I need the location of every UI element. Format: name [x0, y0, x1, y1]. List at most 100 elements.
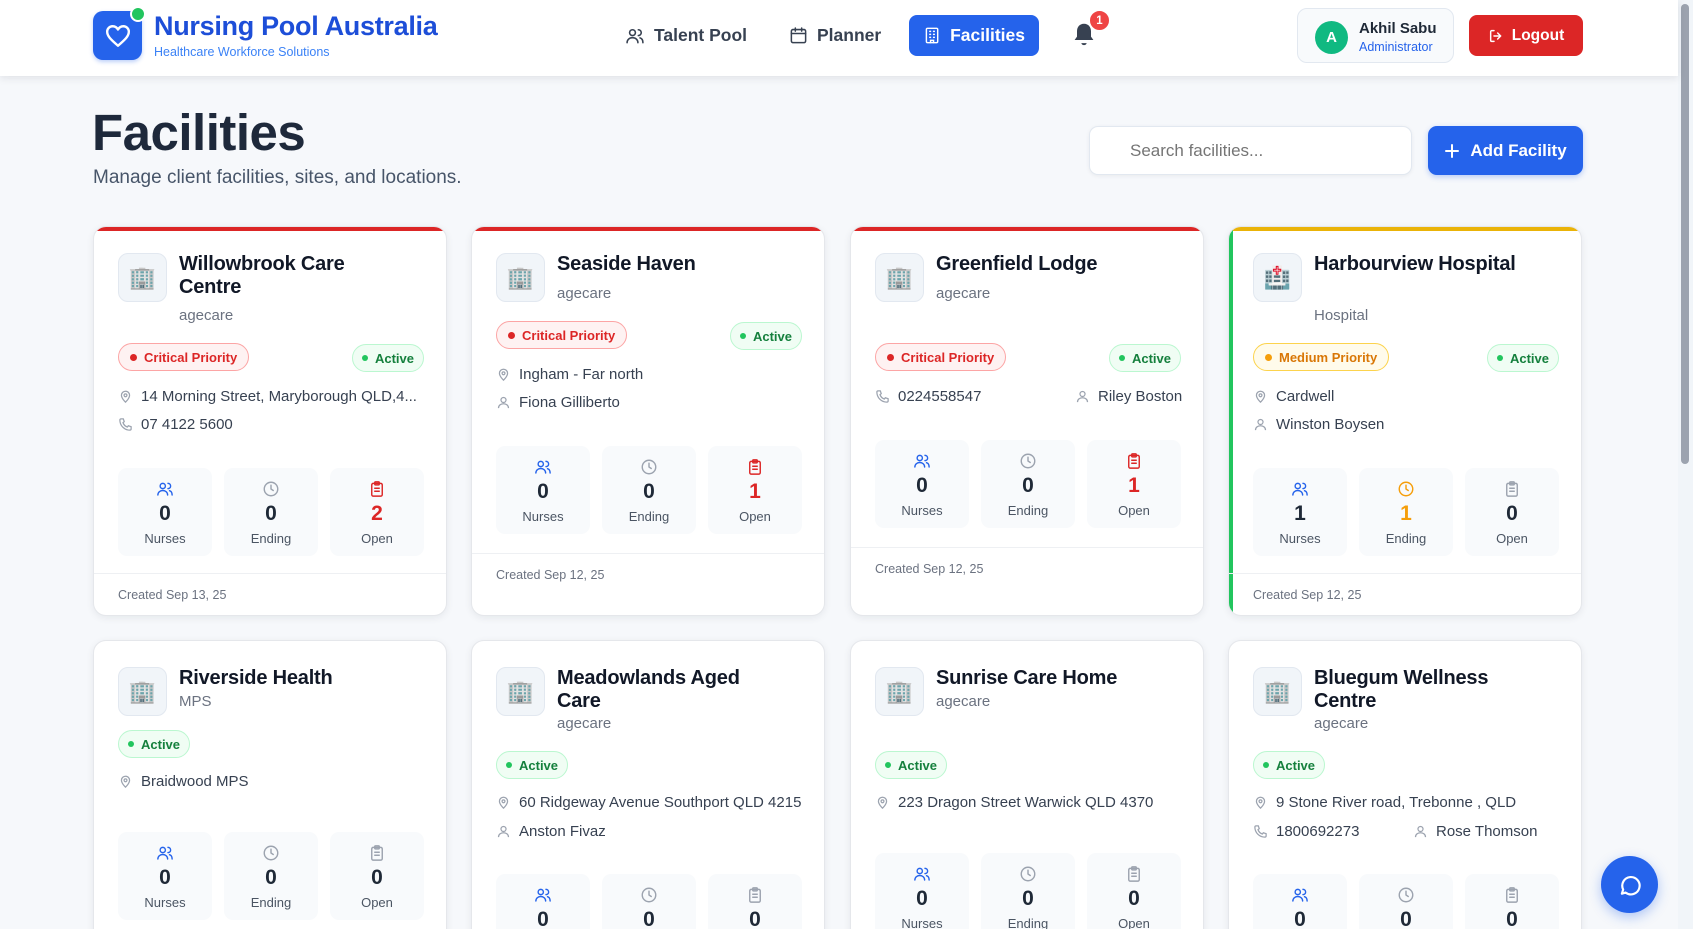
priority-badge: Critical Priority — [875, 343, 1007, 371]
facility-card[interactable]: 🏢 Bluegum Wellness Centre agecare Active… — [1228, 640, 1582, 929]
app-title[interactable]: Nursing Pool Australia — [154, 11, 438, 42]
nav-planner[interactable]: Planner — [775, 15, 895, 56]
facility-phone: 0224558547 — [875, 388, 981, 405]
users-icon — [914, 867, 930, 881]
facility-card[interactable]: 🏢 Sunrise Care Home agecare Active 223 D… — [850, 640, 1204, 929]
priority-badge: Critical Priority — [496, 321, 628, 349]
clock-icon — [1020, 453, 1036, 469]
stat-ending: 1 Ending — [1359, 468, 1453, 556]
user-role: Administrator — [1359, 40, 1433, 54]
page-subtitle: Manage client facilities, sites, and loc… — [93, 167, 462, 188]
status-badge: Active — [1253, 751, 1326, 779]
facility-card[interactable]: 🏢 Riverside Health MPS Active Braidwood … — [93, 640, 447, 929]
search-input[interactable] — [1089, 126, 1412, 175]
building-icon: 🏢 — [118, 667, 167, 716]
clipboard-icon — [1128, 453, 1140, 469]
clipboard-icon — [1128, 866, 1140, 882]
stat-nurses: 0Nurses — [875, 440, 969, 528]
nav-planner-label: Planner — [817, 25, 882, 45]
facility-address: Ingham - Far north — [496, 366, 643, 383]
add-facility-label: Add Facility — [1470, 140, 1567, 160]
created-date: Created Sep 12, 25 — [1229, 573, 1581, 615]
status-badge: Active — [875, 751, 948, 779]
clipboard-icon — [1506, 887, 1518, 903]
facility-name: Harbourview Hospital — [1314, 253, 1516, 275]
facility-stats: 0 Nurses 0 Ending 1 Open — [496, 446, 802, 534]
facility-name: Meadowlands Aged Care — [557, 667, 740, 712]
priority-stripe — [1229, 227, 1581, 231]
stat-ending: 0Ending — [602, 874, 696, 929]
user-profile[interactable]: A Akhil Sabu Administrator — [1297, 8, 1454, 63]
online-indicator — [130, 6, 146, 22]
facility-contact: Riley Boston — [1075, 388, 1182, 405]
facility-stats: 0Nurses 0Ending 0Open — [118, 832, 424, 920]
chat-button[interactable] — [1601, 856, 1658, 913]
facility-type: Hospital — [1314, 307, 1369, 324]
facility-address: Cardwell — [1253, 388, 1334, 405]
created-date: Created Sep 12, 25 — [851, 547, 1203, 589]
facility-card[interactable]: 🏥 Harbourview Hospital Hospital Medium P… — [1228, 226, 1582, 616]
stat-open: 1 Open — [708, 446, 802, 534]
scrollbar-thumb[interactable] — [1681, 4, 1689, 464]
priority-badge: Critical Priority — [118, 343, 250, 371]
stat-open: 0Open — [708, 874, 802, 929]
users-icon — [914, 454, 930, 468]
facility-type: agecare — [936, 285, 991, 302]
logout-button[interactable]: Logout — [1469, 15, 1583, 56]
stat-ending: 0Ending — [224, 468, 318, 556]
facility-card[interactable]: 🏢 Willowbrook Care Centre agecare Critic… — [93, 226, 447, 616]
phone-icon — [876, 390, 889, 403]
stat-open: 2 Open — [330, 468, 424, 556]
stat-ending: 0Ending — [981, 440, 1075, 528]
facility-address: 14 Morning Street, Maryborough QLD,4... — [118, 388, 417, 405]
add-facility-button[interactable]: Add Facility — [1428, 126, 1583, 175]
building-icon — [925, 27, 939, 44]
clipboard-icon — [749, 887, 761, 903]
stat-open: 0Open — [1465, 874, 1559, 929]
facility-name: Riverside Health — [179, 667, 333, 689]
facility-type: MPS — [179, 693, 212, 710]
clock-icon — [641, 887, 657, 903]
building-icon: 🏢 — [875, 667, 924, 716]
priority-badge: Medium Priority — [1253, 343, 1390, 371]
facility-contact: Anston Fivaz — [496, 823, 606, 840]
facility-card[interactable]: 🏢 Meadowlands Aged Care agecare Active 6… — [471, 640, 825, 929]
facility-contact: Fiona Gilliberto — [496, 394, 620, 411]
facility-name: Sunrise Care Home — [936, 667, 1118, 689]
map-pin-icon — [1255, 390, 1266, 403]
users-icon — [535, 888, 551, 902]
status-badge: Active — [118, 730, 191, 758]
phone-icon — [119, 418, 132, 431]
avatar: A — [1315, 21, 1348, 54]
map-pin-icon — [877, 796, 888, 809]
clipboard-icon — [371, 481, 383, 497]
person-icon — [1254, 418, 1267, 431]
clock-icon — [641, 459, 657, 475]
stat-open: 0Open — [1465, 468, 1559, 556]
map-pin-icon — [498, 368, 509, 381]
facility-address: 60 Ridgeway Avenue Southport QLD 4215 — [496, 794, 801, 811]
building-icon: 🏢 — [118, 253, 167, 302]
map-pin-icon — [120, 390, 131, 403]
users-icon — [1292, 482, 1308, 496]
nav-facilities[interactable]: Facilities — [909, 15, 1039, 56]
users-icon — [535, 460, 551, 474]
plus-icon — [1445, 143, 1460, 158]
facility-name: Willowbrook Care Centre — [179, 253, 345, 298]
facility-stats: 0Nurses 0Ending 0Open — [1253, 874, 1559, 929]
status-badge: Active — [1486, 344, 1559, 372]
page-title: Facilities — [92, 104, 306, 161]
building-icon: 🏢 — [496, 253, 545, 302]
hospital-icon: 🏥 — [1253, 253, 1302, 302]
facility-card[interactable]: 🏢 Greenfield Lodge agecare Critical Prio… — [850, 226, 1204, 616]
facility-stats: 0Nurses 0Ending 0Open — [875, 853, 1181, 929]
facility-card[interactable]: 🏢 Seaside Haven agecare Critical Priorit… — [471, 226, 825, 616]
facility-name: Seaside Haven — [557, 253, 696, 275]
map-pin-icon — [120, 775, 131, 788]
clipboard-icon — [1506, 481, 1518, 497]
nav-talent-pool[interactable]: Talent Pool — [611, 15, 761, 56]
facility-stats: 0Nurses 0Ending 0Open — [496, 874, 802, 929]
facility-contact: Winston Boysen — [1253, 416, 1384, 433]
clock-icon — [1398, 481, 1414, 497]
facility-type: agecare — [557, 715, 612, 732]
